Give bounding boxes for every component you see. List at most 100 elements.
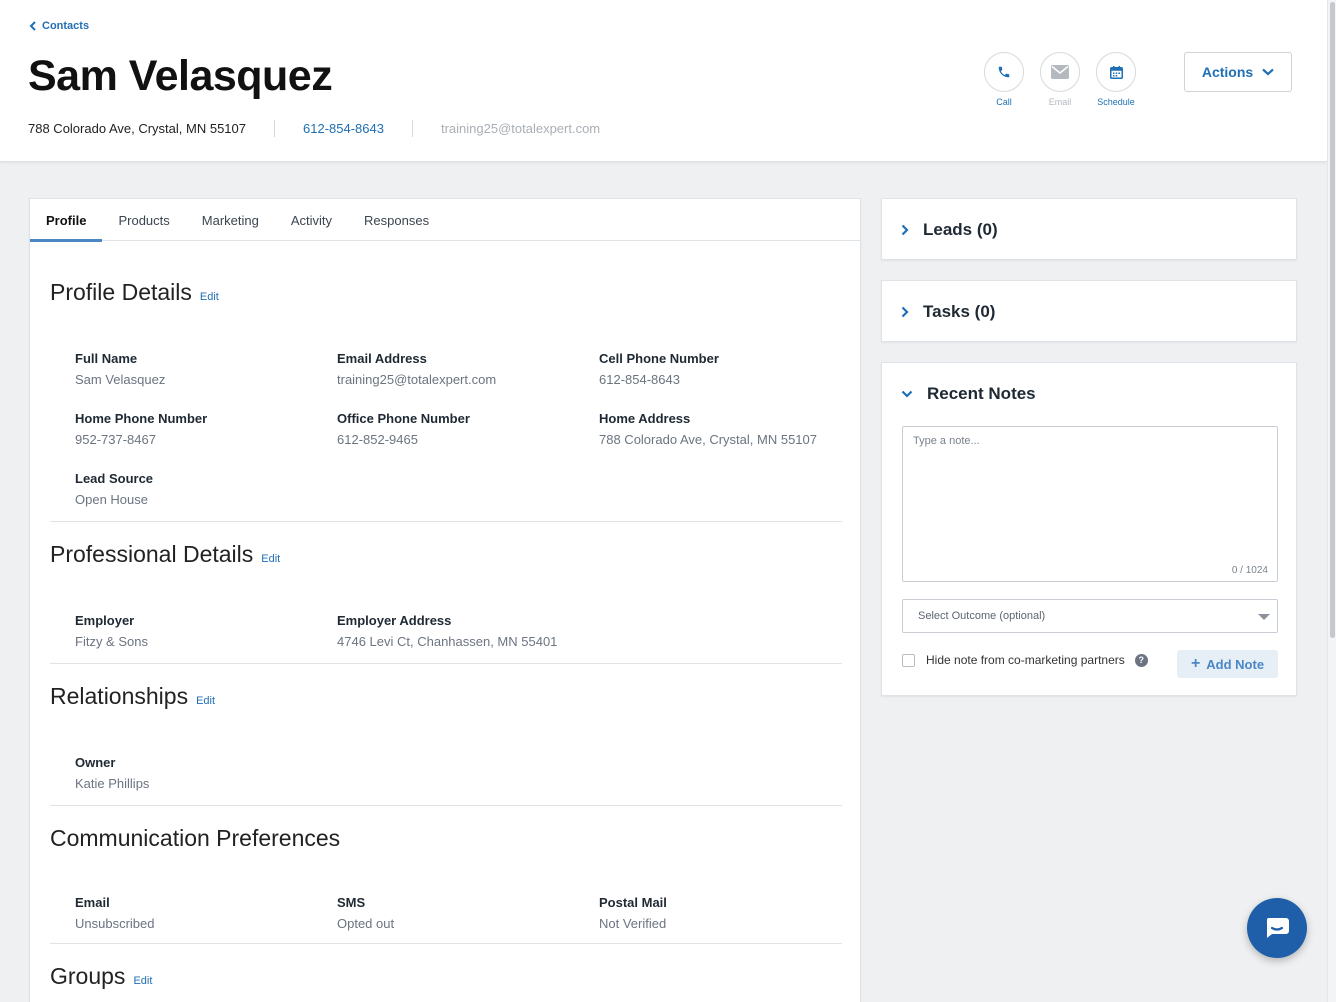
- outcome-select-value: Select Outcome (optional): [918, 610, 1046, 622]
- field-home-phone: Home Phone Number 952-737-8467: [75, 411, 207, 447]
- field-sms-preference: SMS Opted out: [337, 895, 394, 931]
- field-postal-mail-preference: Postal Mail Not Verified: [599, 895, 667, 931]
- field-value: 788 Colorado Ave, Crystal, MN 55107: [599, 432, 817, 447]
- field-label: SMS: [337, 895, 366, 910]
- field-home-address: Home Address 788 Colorado Ave, Crystal, …: [599, 411, 817, 447]
- section-divider: [50, 805, 842, 806]
- field-label: Lead Source: [75, 471, 154, 486]
- contact-address: 788 Colorado Ave, Crystal, MN 55107: [28, 121, 246, 136]
- phone-icon: [998, 66, 1010, 78]
- section-title: Relationships Edit: [50, 683, 842, 710]
- tab-products[interactable]: Products: [102, 199, 185, 241]
- tab-marketing[interactable]: Marketing: [186, 199, 275, 241]
- profile-details-title: Profile Details: [50, 279, 192, 305]
- leads-panel-toggle[interactable]: Leads (0): [882, 199, 1296, 261]
- field-label: Email Address: [337, 351, 427, 366]
- back-link-label: Contacts: [42, 20, 90, 32]
- schedule-button-circle: [1096, 52, 1136, 92]
- field-label: Office Phone Number: [337, 411, 470, 426]
- groups-section: Groups Edit: [50, 963, 842, 990]
- caret-down-icon: [1258, 614, 1270, 620]
- contact-header: Contacts Sam Velasquez 788 Colorado Ave,…: [0, 0, 1327, 162]
- contact-tabs: Profile Products Marketing Activity Resp…: [30, 199, 860, 242]
- tab-activity[interactable]: Activity: [275, 199, 348, 241]
- section-divider: [50, 663, 842, 664]
- communication-preferences-title: Communication Preferences: [50, 825, 341, 851]
- hide-note-row: Hide note from co-marketing partners ?: [902, 653, 1148, 667]
- actions-dropdown-button[interactable]: Actions: [1184, 52, 1292, 92]
- professional-details-edit-link[interactable]: Edit: [261, 553, 280, 565]
- section-title: Professional Details Edit: [50, 541, 842, 568]
- recent-notes-panel-toggle[interactable]: Recent Notes: [882, 363, 1296, 425]
- field-label: Cell Phone Number: [599, 351, 719, 366]
- field-value: Opted out: [337, 916, 395, 931]
- hide-note-checkbox[interactable]: [902, 653, 915, 667]
- page-scrollbar[interactable]: [1327, 0, 1336, 1002]
- field-lead-source: Lead Source Open House: [75, 471, 153, 507]
- leads-panel: Leads (0): [881, 198, 1297, 260]
- hide-note-label: Hide note from co-marketing partners: [926, 653, 1125, 667]
- tasks-panel-toggle[interactable]: Tasks (0): [882, 281, 1296, 343]
- leads-title: Leads (0): [923, 220, 998, 239]
- section-title: Communication Preferences: [50, 825, 842, 852]
- schedule-label: Schedule: [1097, 97, 1135, 107]
- field-value: Open House: [75, 492, 148, 507]
- email-button-circle: [1040, 52, 1080, 92]
- field-value: Sam Velasquez: [75, 372, 166, 387]
- chevron-down-icon: [901, 390, 913, 398]
- recent-notes-title: Recent Notes: [927, 384, 1036, 403]
- help-icon[interactable]: ?: [1134, 653, 1148, 667]
- field-value: 952-737-8467: [75, 432, 156, 447]
- email-button[interactable]: Email: [1040, 52, 1080, 107]
- field-label: Full Name: [75, 351, 138, 366]
- groups-edit-link[interactable]: Edit: [133, 975, 152, 987]
- meta-divider: [411, 120, 413, 137]
- envelope-icon: [1051, 65, 1069, 79]
- field-value: Fitzy & Sons: [75, 634, 148, 649]
- note-character-counter: 0 / 1024: [1231, 565, 1268, 576]
- groups-title: Groups: [50, 963, 126, 989]
- field-label: Home Phone Number: [75, 411, 208, 426]
- note-textarea-container: 0 / 1024: [902, 426, 1278, 582]
- field-label: Postal Mail: [599, 895, 667, 910]
- call-button-circle: [984, 52, 1024, 92]
- tab-profile[interactable]: Profile: [30, 199, 103, 242]
- chevron-right-icon: [901, 306, 909, 318]
- field-value: Katie Phillips: [75, 776, 150, 791]
- profile-details-edit-link[interactable]: Edit: [200, 291, 219, 303]
- section-title: Groups Edit: [50, 963, 842, 990]
- tasks-panel: Tasks (0): [881, 280, 1297, 342]
- tab-responses[interactable]: Responses: [348, 199, 445, 241]
- note-textarea[interactable]: [903, 427, 1277, 581]
- field-value: 4746 Levi Ct, Chanhassen, MN 55401: [337, 634, 558, 649]
- chat-widget-button[interactable]: [1247, 898, 1307, 958]
- add-note-label: Add Note: [1206, 656, 1265, 672]
- field-email-preference: Email Unsubscribed: [75, 895, 155, 931]
- contact-email: training25@totalexpert.com: [440, 121, 601, 136]
- field-label: Home Address: [599, 411, 691, 426]
- relationships-section: Relationships Edit Owner Katie Phillips: [50, 683, 842, 791]
- schedule-button[interactable]: Schedule: [1096, 52, 1136, 107]
- profile-card: Profile Products Marketing Activity Resp…: [29, 198, 861, 1002]
- field-label: Owner: [75, 755, 116, 770]
- section-divider: [50, 521, 842, 522]
- recent-notes-panel: Recent Notes 0 / 1024 Select Outcome (op…: [881, 362, 1297, 696]
- page-scrollbar-thumb[interactable]: [1330, 2, 1335, 638]
- actions-label: Actions: [1201, 64, 1254, 80]
- outcome-select[interactable]: Select Outcome (optional): [902, 599, 1278, 633]
- relationships-edit-link[interactable]: Edit: [196, 695, 215, 707]
- meta-divider: [274, 120, 275, 137]
- field-label: Email: [75, 895, 110, 910]
- field-value: 612-854-8643: [599, 372, 680, 387]
- contact-phone-link[interactable]: 612-854-8643: [303, 121, 384, 136]
- field-label: Employer: [75, 613, 135, 628]
- add-note-button[interactable]: + Add Note: [1177, 650, 1278, 678]
- tasks-title: Tasks (0): [923, 302, 996, 321]
- chevron-down-icon: [1262, 68, 1274, 76]
- relationships-title: Relationships: [50, 683, 189, 709]
- professional-details-section: Professional Details Edit Employer Fitzy…: [50, 541, 842, 649]
- field-label: Employer Address: [337, 613, 452, 628]
- call-button[interactable]: Call: [984, 52, 1024, 107]
- back-to-contacts-link[interactable]: Contacts: [29, 20, 89, 32]
- communication-preferences-section: Communication Preferences Email Unsubscr…: [50, 825, 842, 931]
